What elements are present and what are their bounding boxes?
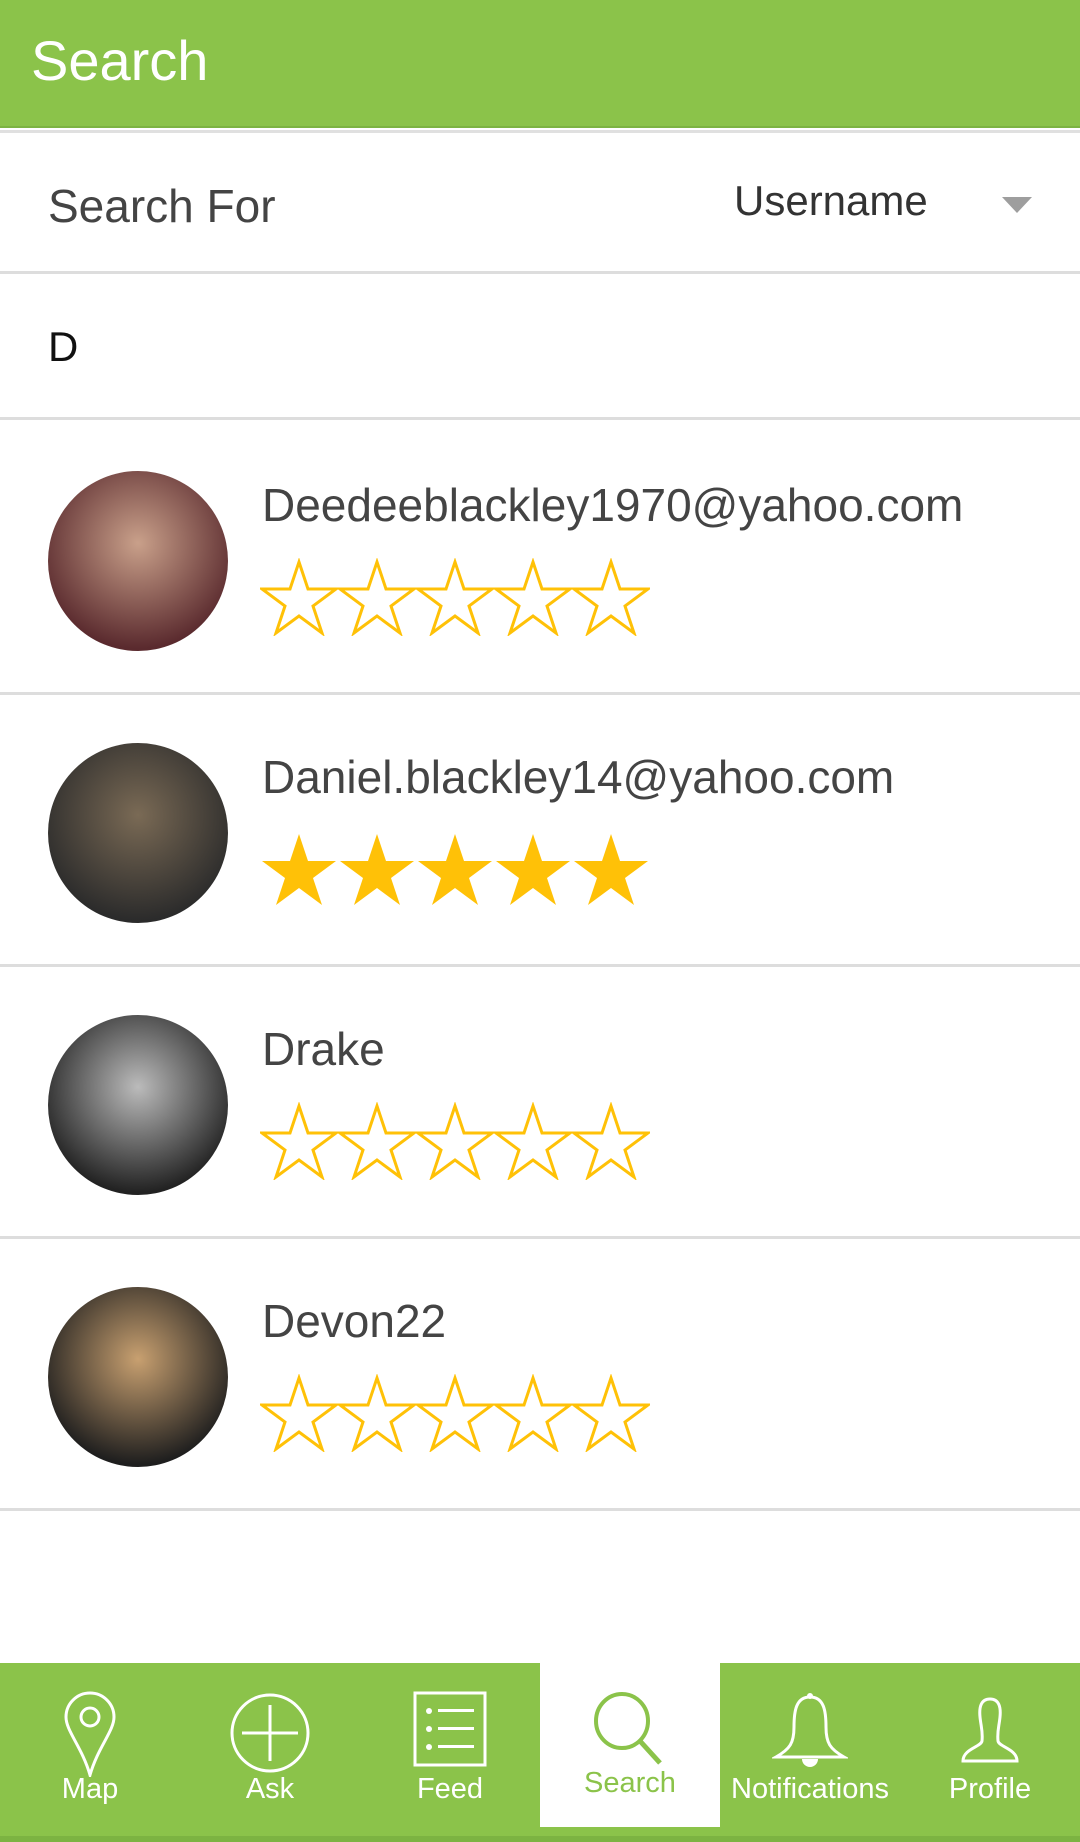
user-name: Drake: [262, 1023, 385, 1075]
list-item[interactable]: Deedeeblackley1970@yahoo.com: [0, 423, 1080, 695]
star-outline-icon: [338, 558, 416, 636]
tab-label: Ask: [245, 1773, 295, 1805]
star-outline-icon: [572, 1374, 650, 1452]
bell-icon: [772, 1693, 848, 1767]
avatar: [48, 471, 228, 651]
star-outline-icon: [416, 1374, 494, 1452]
tab-feed[interactable]: Feed: [360, 1663, 540, 1836]
avatar: [48, 1287, 228, 1467]
star-outline-icon: [494, 1102, 572, 1180]
star-outline-icon: [494, 1374, 572, 1452]
star-filled-icon: [496, 834, 570, 905]
map-pin-icon: [64, 1691, 116, 1777]
star-filled-icon: [574, 834, 648, 905]
bottom-nav: Map Ask Feed Search Notifications Profil…: [0, 1663, 1080, 1842]
search-type-value: Username: [734, 177, 928, 224]
results-list: Deedeeblackley1970@yahoo.com Daniel.blac…: [0, 423, 1080, 1511]
tab-label: Search: [584, 1767, 676, 1799]
tab-profile[interactable]: Profile: [900, 1663, 1080, 1836]
star-rating: [260, 1374, 650, 1452]
star-rating: [260, 1102, 650, 1180]
user-name: Daniel.blackley14@yahoo.com: [262, 751, 895, 803]
list-icon: [413, 1691, 487, 1767]
star-outline-icon: [338, 1102, 416, 1180]
plus-circle-icon: [230, 1693, 310, 1773]
profile-icon: [961, 1697, 1019, 1763]
search-for-label: Search For: [48, 180, 276, 232]
tab-search[interactable]: Search: [540, 1663, 720, 1827]
tab-label: Notifications: [731, 1773, 889, 1805]
star-outline-icon: [260, 558, 338, 636]
star-rating: [260, 558, 650, 636]
search-icon: [594, 1692, 662, 1765]
search-input[interactable]: [48, 317, 1028, 377]
star-filled-icon: [340, 834, 414, 905]
star-outline-icon: [416, 1102, 494, 1180]
tab-label: Map: [61, 1773, 119, 1805]
tab-map[interactable]: Map: [0, 1663, 180, 1836]
user-name: Devon22: [262, 1295, 447, 1347]
avatar: [48, 743, 228, 923]
tab-notifications[interactable]: Notifications: [720, 1663, 900, 1836]
page-title: Search: [31, 29, 209, 92]
search-type-dropdown[interactable]: Username: [700, 169, 1050, 239]
star-outline-icon: [416, 558, 494, 636]
tab-label: Profile: [948, 1773, 1032, 1805]
caret-down-icon: [1002, 197, 1032, 213]
star-outline-icon: [572, 558, 650, 636]
star-outline-icon: [338, 1374, 416, 1452]
avatar: [48, 1015, 228, 1195]
search-for-row: Search For Username: [0, 133, 1080, 274]
tab-label: Feed: [416, 1773, 484, 1805]
star-outline-icon: [494, 558, 572, 636]
tab-ask[interactable]: Ask: [180, 1663, 360, 1836]
star-filled-icon: [418, 834, 492, 905]
star-outline-icon: [572, 1102, 650, 1180]
star-filled-icon: [262, 834, 336, 905]
star-outline-icon: [260, 1374, 338, 1452]
search-input-row: [0, 277, 1080, 420]
list-item[interactable]: Devon22: [0, 1239, 1080, 1511]
star-rating: [260, 830, 650, 908]
list-item[interactable]: Drake: [0, 967, 1080, 1239]
list-item[interactable]: Daniel.blackley14@yahoo.com: [0, 695, 1080, 967]
app-bar: Search: [0, 0, 1080, 128]
star-outline-icon: [260, 1102, 338, 1180]
user-name: Deedeeblackley1970@yahoo.com: [262, 479, 964, 531]
